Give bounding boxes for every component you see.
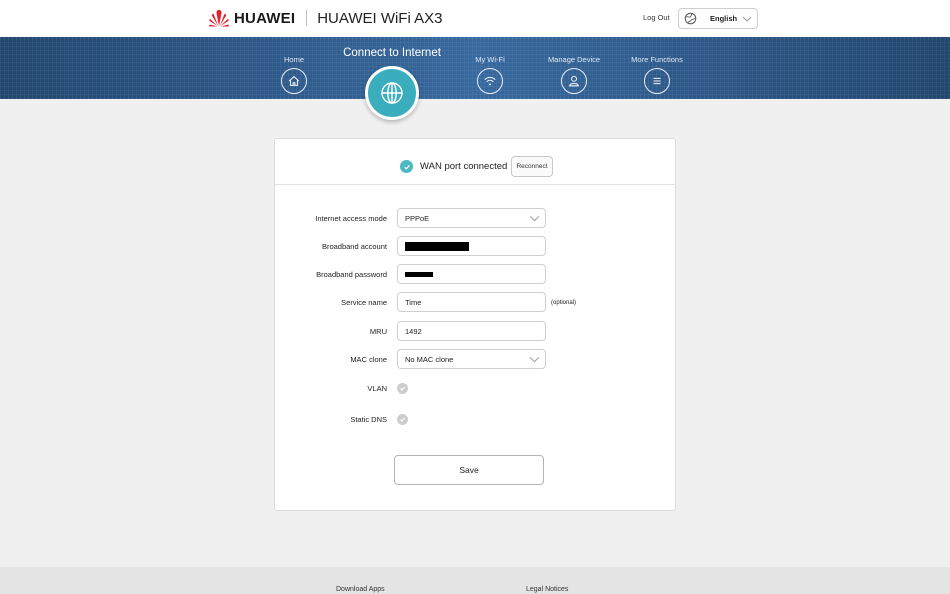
nav-home[interactable]: Home <box>280 55 308 94</box>
globe-icon <box>381 82 403 104</box>
user-icon <box>561 68 587 94</box>
chevron-down-icon <box>529 356 540 363</box>
optional-hint: (optional) <box>551 300 577 306</box>
password-input[interactable] <box>397 264 546 284</box>
access-mode-select[interactable]: PPPoE <box>397 208 546 228</box>
nav-home-label: Home <box>283 55 304 64</box>
footer: Download Apps Legal Notices <box>0 567 950 594</box>
vlan-label: VLAN <box>367 384 387 393</box>
service-name-label: Service name <box>341 298 387 307</box>
legal-notices-link[interactable]: Legal Notices <box>526 586 568 593</box>
save-button[interactable]: Save <box>394 455 544 485</box>
wifi-icon <box>477 68 503 94</box>
nav-connect-to-internet[interactable] <box>365 66 419 120</box>
menu-icon <box>644 68 670 94</box>
service-name-input[interactable]: Time <box>397 292 546 312</box>
globe-icon <box>684 12 697 25</box>
static-dns-toggle[interactable] <box>397 414 408 425</box>
logout-link[interactable]: Log Out <box>643 13 670 22</box>
brand-name: HUAWEI <box>234 9 296 27</box>
mru-input[interactable]: 1492 <box>397 321 546 341</box>
password-label: Broadband password <box>316 270 387 279</box>
nav-connect-label[interactable]: Connect to Internet <box>343 47 441 59</box>
static-dns-label: Static DNS <box>350 415 387 424</box>
nav-my-wifi[interactable]: My Wi-Fi <box>470 55 510 94</box>
language-select[interactable]: English <box>678 8 758 29</box>
top-bar: HUAWEI HUAWEI WiFi AX3 Log Out English <box>0 0 950 37</box>
nav-device-label: Manage Device <box>547 55 601 64</box>
product-name: HUAWEI WiFi AX3 <box>317 9 443 27</box>
account-input[interactable] <box>397 236 546 256</box>
home-icon <box>281 68 307 94</box>
huawei-logo-icon <box>209 9 229 27</box>
redacted-account <box>405 241 469 251</box>
vlan-toggle[interactable] <box>397 383 408 394</box>
download-apps-link[interactable]: Download Apps <box>336 586 385 593</box>
check-icon <box>400 160 413 173</box>
nav-manage-device[interactable]: Manage Device <box>544 55 604 94</box>
language-label: English <box>710 14 738 23</box>
mac-clone-label: MAC clone <box>350 355 387 364</box>
chevron-down-icon <box>529 215 540 222</box>
chevron-down-icon <box>742 16 752 22</box>
mru-value: 1492 <box>405 326 422 336</box>
service-name-value: Time <box>405 297 422 307</box>
access-mode-label: Internet access mode <box>315 214 387 223</box>
mac-clone-select[interactable]: No MAC clone <box>397 349 546 369</box>
mac-clone-value: No MAC clone <box>405 354 454 364</box>
mru-label: MRU <box>369 327 387 336</box>
status-text: WAN port connected <box>420 161 508 172</box>
nav-wifi-label: My Wi-Fi <box>475 55 505 64</box>
wan-settings-card: WAN port connected Reconnect Internet ac… <box>274 138 676 511</box>
nav-more-label: More Functions <box>631 55 683 64</box>
brand-divider <box>306 10 308 26</box>
brand: HUAWEI HUAWEI WiFi AX3 <box>208 9 443 27</box>
account-label: Broadband account <box>321 242 387 251</box>
nav-more-functions[interactable]: More Functions <box>628 55 686 94</box>
access-mode-value: PPPoE <box>405 213 430 223</box>
connection-status: WAN port connected Reconnect <box>275 139 675 185</box>
password-mask <box>405 271 433 277</box>
reconnect-button[interactable]: Reconnect <box>511 156 553 177</box>
